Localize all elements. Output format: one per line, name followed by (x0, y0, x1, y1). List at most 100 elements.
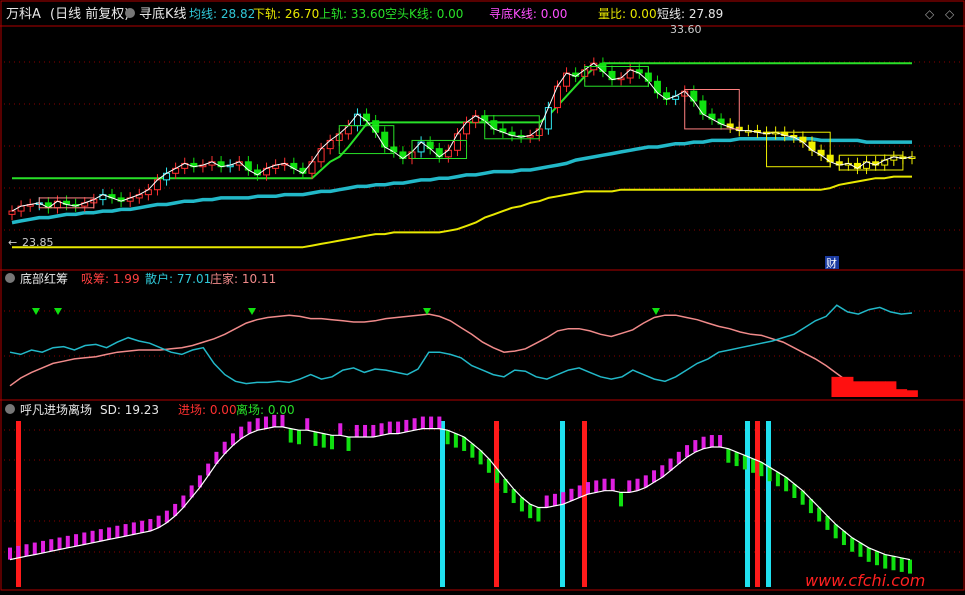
dealer-label: 庄家: 10.11 (210, 271, 276, 286)
trend-bar (627, 480, 632, 493)
trend-bar (65, 535, 70, 548)
avg-label: 均线: 28.82 (189, 7, 255, 21)
trend-bar (330, 435, 335, 450)
absorb-line (9, 313, 912, 396)
trend-bar (49, 539, 54, 552)
buy-signal-triangle (54, 308, 62, 315)
signal-bar (766, 421, 771, 587)
trend-bar (445, 430, 450, 445)
bear-label: 空头K线: 0.00 (385, 7, 463, 21)
signal-bar (16, 421, 21, 587)
trend-bar (437, 416, 442, 429)
trend-bar (115, 525, 120, 538)
trend-bar (850, 537, 855, 552)
panel3-dropdown-icon[interactable] (5, 404, 15, 414)
trend-bar (32, 542, 37, 555)
trend-bar (338, 423, 343, 436)
trend-bar (883, 554, 888, 569)
trend-bar (701, 436, 706, 449)
trend-bar (247, 421, 252, 434)
candle-body (563, 72, 571, 87)
volume-ratio-label: 量比: 0.00 (598, 7, 657, 21)
average-line (11, 137, 912, 225)
candle-body (608, 70, 616, 81)
dropdown-icon[interactable] (125, 8, 135, 18)
trend-bar (420, 416, 425, 429)
trend-bar (775, 472, 780, 487)
trend-bar (363, 424, 368, 437)
trend-bar (156, 515, 161, 528)
lower-label: 下轨: 26.70 (253, 7, 319, 21)
trend-bar (858, 542, 863, 557)
candle-body (699, 100, 707, 115)
candle-body (690, 90, 698, 102)
trend-bar (544, 495, 549, 508)
candle-body (244, 161, 252, 171)
trend-bar (470, 443, 475, 458)
panel2-title: 底部红筹 (20, 271, 68, 286)
buy-signal-triangle (32, 308, 40, 315)
trend-bar (98, 529, 103, 542)
trend-bar (255, 418, 260, 431)
chart-stage: 万科A (日线 前复权) 寻底K线 均线: 28.82 下轨: 26.70 上轨… (0, 0, 965, 591)
watermark: www.cfchi.com (805, 571, 925, 590)
outer-frame (0, 0, 965, 591)
trend-bar (709, 435, 714, 448)
trend-bar (313, 431, 318, 446)
dealer-bar (852, 381, 865, 397)
candle-body (453, 133, 461, 151)
candle-body (317, 148, 325, 163)
trend-bar (263, 416, 268, 429)
sd-label: SD: 19.23 (100, 403, 159, 417)
enter-label: 进场: 0.00 (178, 403, 237, 417)
panel2-dropdown-icon[interactable] (5, 273, 15, 283)
trend-bar (321, 433, 326, 448)
high-marker: 33.60 (670, 23, 702, 36)
candle-body (544, 107, 552, 130)
trend-bar (759, 462, 764, 477)
trend-bar (742, 455, 747, 470)
dealer-bar (831, 376, 843, 397)
dealer-bar (895, 389, 908, 397)
trend-bar (379, 423, 384, 436)
trend-bar (131, 522, 136, 535)
trend-bar (685, 445, 690, 458)
retail-line (9, 304, 913, 385)
trend-bar (354, 424, 359, 437)
chip-panel (9, 304, 918, 397)
trend-bar (585, 482, 590, 495)
trend-bar (305, 418, 310, 431)
dealer-bar (874, 381, 886, 397)
candle-body (153, 179, 161, 191)
trend-bar (751, 458, 756, 473)
lower-band-line (12, 175, 912, 249)
trend-bar (561, 492, 566, 505)
panel3-title: 呼凡进场离场 (20, 402, 92, 417)
trend-bar (74, 534, 79, 547)
trend-bar (396, 421, 401, 434)
signal-bar (745, 421, 750, 587)
upper-label: 上轨: 33.60 (319, 7, 385, 21)
entry-exit-panel (8, 414, 912, 587)
candle-body (599, 62, 607, 72)
trend-bar (90, 530, 95, 543)
settings-icon[interactable]: ◇ (945, 7, 955, 21)
trend-bar (107, 527, 112, 540)
trend-bar (602, 478, 607, 491)
trend-bar (635, 478, 640, 491)
candle-body (372, 120, 380, 133)
trend-bar (429, 416, 434, 429)
candle-body (463, 121, 471, 135)
retail-label: 散户: 77.01 (145, 271, 211, 286)
trend-bar (519, 497, 524, 512)
trend-bar (346, 436, 351, 451)
chart-frame (0, 0, 965, 591)
stock-name: 万科A (6, 7, 41, 22)
diamond-icon[interactable]: ◇ (925, 7, 935, 21)
candle-body (8, 210, 16, 215)
trend-bar (140, 520, 145, 533)
trend-bar (296, 430, 301, 445)
trend-bar (24, 544, 29, 557)
signal-bar (582, 421, 587, 587)
trend-bar (718, 435, 723, 448)
